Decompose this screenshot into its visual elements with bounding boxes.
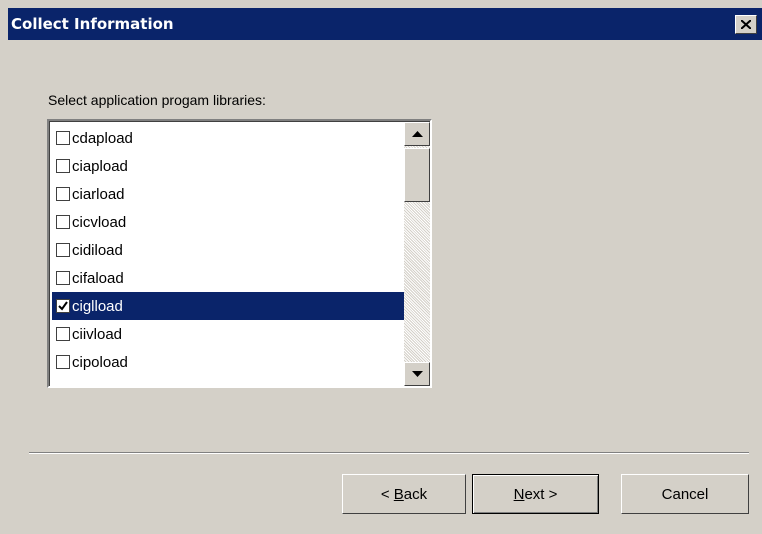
close-button[interactable] bbox=[735, 15, 757, 34]
next-button-mnemonic: N bbox=[513, 485, 525, 503]
arrow-up-icon bbox=[412, 131, 423, 137]
library-item-label: ciglload bbox=[72, 297, 123, 315]
library-checklist[interactable]: cdapload ciapload ciarload cicvload cidiload… bbox=[47, 119, 432, 388]
back-button-mnemonic: B bbox=[393, 485, 404, 503]
back-button[interactable]: < Back bbox=[342, 474, 466, 514]
button-separator bbox=[29, 452, 749, 454]
next-button[interactable]: Next > bbox=[472, 474, 599, 514]
library-checkbox[interactable] bbox=[56, 215, 70, 229]
back-button-prefix: < bbox=[380, 485, 394, 503]
library-item-ciarload[interactable]: ciarload bbox=[52, 180, 406, 208]
library-item-ciapload[interactable]: ciapload bbox=[52, 152, 406, 180]
library-item-cipoload[interactable]: cipoload bbox=[52, 348, 406, 376]
window-title: Collect Information bbox=[11, 15, 174, 33]
library-item-label: cdapload bbox=[72, 129, 133, 147]
next-button-rest: ext > bbox=[524, 485, 558, 503]
library-item-ciglload[interactable]: ciglload bbox=[52, 292, 406, 320]
library-checkbox[interactable] bbox=[56, 131, 70, 145]
library-item-cidiload[interactable]: cidiload bbox=[52, 236, 406, 264]
library-checkbox[interactable] bbox=[56, 187, 70, 201]
library-select-label: Select application progam libraries: bbox=[48, 92, 266, 108]
collect-information-dialog: Collect Information Select application p… bbox=[0, 0, 762, 534]
library-item-cicvload[interactable]: cicvload bbox=[52, 208, 406, 236]
library-list-items: cdapload ciapload ciarload cicvload cidiload… bbox=[52, 124, 406, 376]
cancel-button-label: Cancel bbox=[661, 485, 709, 503]
back-button-rest: ack bbox=[403, 485, 428, 503]
scrollbar-thumb[interactable] bbox=[404, 148, 430, 202]
title-bar[interactable]: Collect Information bbox=[8, 8, 762, 40]
library-checkbox[interactable] bbox=[56, 355, 70, 369]
scroll-down-button[interactable] bbox=[404, 362, 430, 386]
library-item-label: cidiload bbox=[72, 241, 123, 259]
library-checkbox[interactable] bbox=[56, 159, 70, 173]
library-checkbox[interactable] bbox=[56, 299, 70, 313]
library-checkbox[interactable] bbox=[56, 271, 70, 285]
vertical-scrollbar[interactable] bbox=[404, 122, 430, 386]
library-item-cifaload[interactable]: cifaload bbox=[52, 264, 406, 292]
library-item-cdapload[interactable]: cdapload bbox=[52, 124, 406, 152]
cancel-button[interactable]: Cancel bbox=[621, 474, 749, 514]
library-checkbox[interactable] bbox=[56, 327, 70, 341]
checkmark-icon bbox=[58, 301, 68, 311]
library-item-label: ciapload bbox=[72, 157, 128, 175]
library-item-label: ciivload bbox=[72, 325, 123, 343]
arrow-down-icon bbox=[412, 371, 423, 377]
scroll-up-button[interactable] bbox=[404, 122, 430, 146]
library-item-label: cicvload bbox=[72, 213, 127, 231]
library-item-ciivload[interactable]: ciivload bbox=[52, 320, 406, 348]
library-checkbox[interactable] bbox=[56, 243, 70, 257]
close-x-icon bbox=[741, 20, 751, 29]
library-item-label: cipoload bbox=[72, 353, 128, 371]
library-item-label: ciarload bbox=[72, 185, 125, 203]
library-item-label: cifaload bbox=[72, 269, 124, 287]
